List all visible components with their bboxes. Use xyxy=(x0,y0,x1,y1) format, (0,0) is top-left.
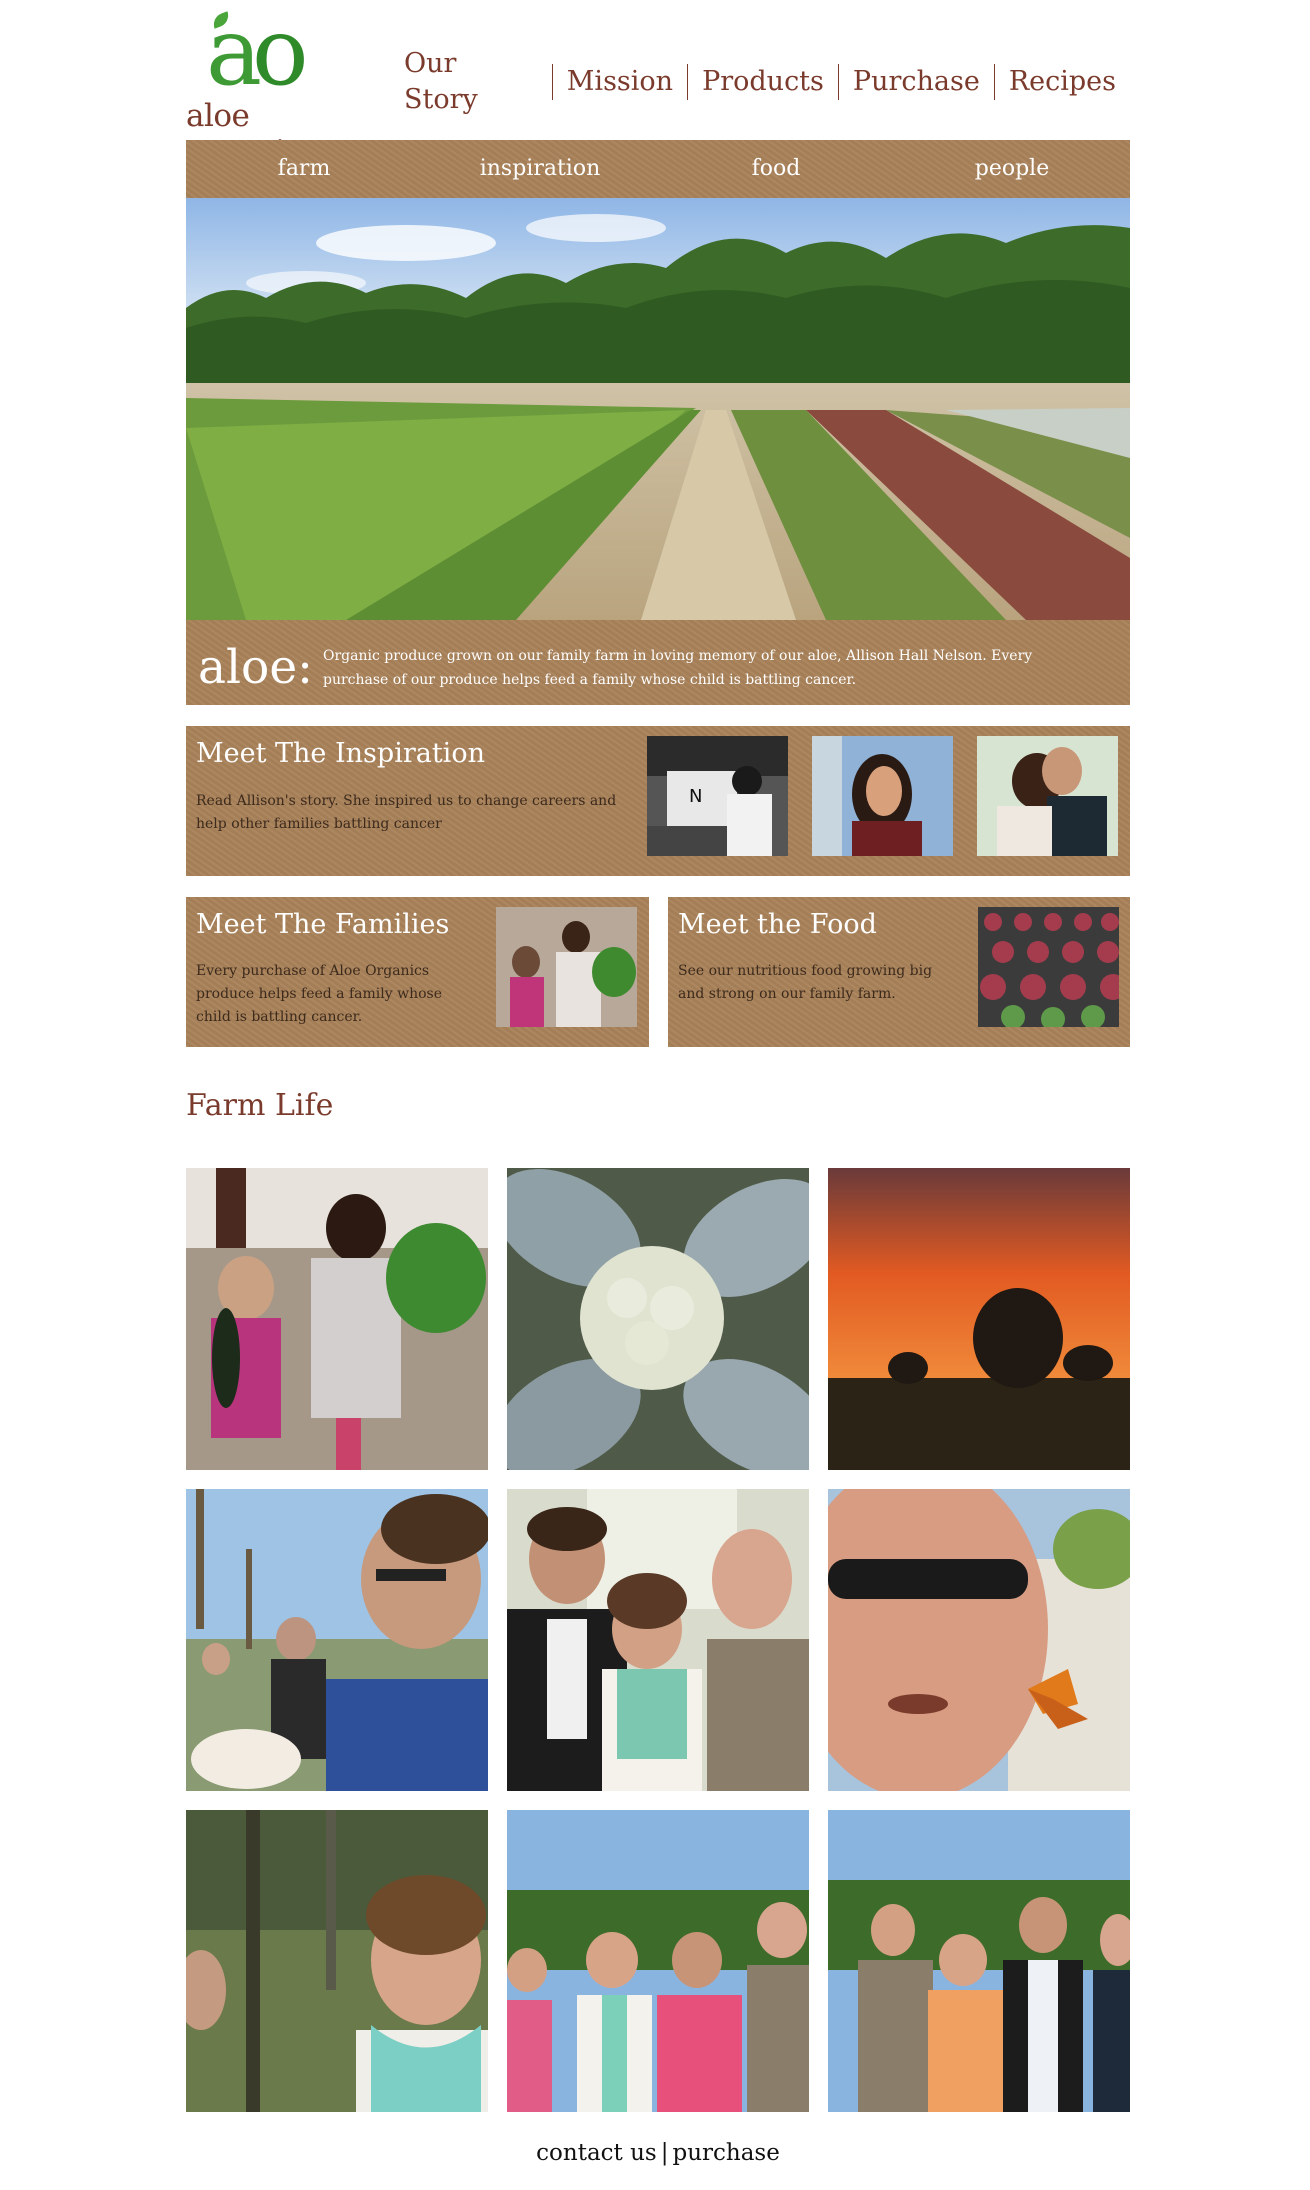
farm-life-title: Farm Life xyxy=(186,1088,334,1123)
nav-mission[interactable]: Mission xyxy=(551,64,687,100)
footer: contact us | purchase xyxy=(186,2140,1130,2166)
main-nav: Our Story Mission Products Purchase Reci… xyxy=(404,46,1130,118)
inspiration-text: Read Allison's story. She inspired us to… xyxy=(196,793,617,832)
inspiration-photo-2[interactable] xyxy=(812,736,953,856)
gallery-photo-man-glasses[interactable] xyxy=(186,1489,488,1791)
families-text: Every purchase of Aloe Organics produce … xyxy=(196,963,442,1025)
families-panel[interactable]: Meet The Families Every purchase of Aloe… xyxy=(186,897,649,1047)
families-photo[interactable] xyxy=(496,907,637,1027)
gallery-photo-cauliflower[interactable] xyxy=(507,1168,809,1470)
gallery-photo-group-men[interactable] xyxy=(828,1810,1130,2112)
hero-heading: aloe: xyxy=(198,640,313,695)
footer-separator: | xyxy=(660,2140,669,2166)
hero-farm-photo xyxy=(186,198,1130,620)
hero-text: Organic produce grown on our family farm… xyxy=(323,648,1033,688)
inspiration-title[interactable]: Meet The Inspiration xyxy=(196,738,485,769)
food-text: See our nutritious food growing big and … xyxy=(678,963,933,1002)
tab-food[interactable]: food xyxy=(658,140,894,198)
nav-recipes[interactable]: Recipes xyxy=(993,64,1130,100)
svg-text:N: N xyxy=(689,786,702,807)
gallery-photo-woman-laughing[interactable] xyxy=(186,1810,488,2112)
inspiration-panel[interactable]: Meet The Inspiration Read Allison's stor… xyxy=(186,726,1130,876)
gallery-photo-three-people[interactable] xyxy=(507,1489,809,1791)
families-title[interactable]: Meet The Families xyxy=(196,909,449,940)
food-panel[interactable]: Meet the Food See our nutritious food gr… xyxy=(668,897,1130,1047)
food-title[interactable]: Meet the Food xyxy=(678,909,877,940)
contact-us-link[interactable]: contact us xyxy=(536,2140,657,2166)
logo-monogram: ao xyxy=(206,0,309,107)
tab-people[interactable]: people xyxy=(894,140,1130,198)
inspiration-photo-1[interactable]: N xyxy=(647,736,788,856)
tab-farm[interactable]: farm xyxy=(186,140,422,198)
gallery-photo-girls-produce[interactable] xyxy=(186,1168,488,1470)
hero-caption: aloe: Organic produce grown on our famil… xyxy=(186,620,1130,705)
gallery-photo-group-women[interactable] xyxy=(507,1810,809,2112)
food-photo[interactable] xyxy=(978,907,1119,1027)
logo[interactable]: ao aloe organics xyxy=(186,6,361,171)
purchase-link[interactable]: purchase xyxy=(672,2140,779,2166)
inspiration-photo-3[interactable] xyxy=(977,736,1118,856)
sub-nav: farm inspiration food people xyxy=(186,140,1130,218)
nav-purchase[interactable]: Purchase xyxy=(837,64,994,100)
nav-products[interactable]: Products xyxy=(687,64,838,100)
nav-our-story[interactable]: Our Story xyxy=(404,46,552,118)
gallery-photo-sunset[interactable] xyxy=(828,1168,1130,1470)
tab-inspiration[interactable]: inspiration xyxy=(422,140,658,198)
gallery-photo-butterfly[interactable] xyxy=(828,1489,1130,1791)
